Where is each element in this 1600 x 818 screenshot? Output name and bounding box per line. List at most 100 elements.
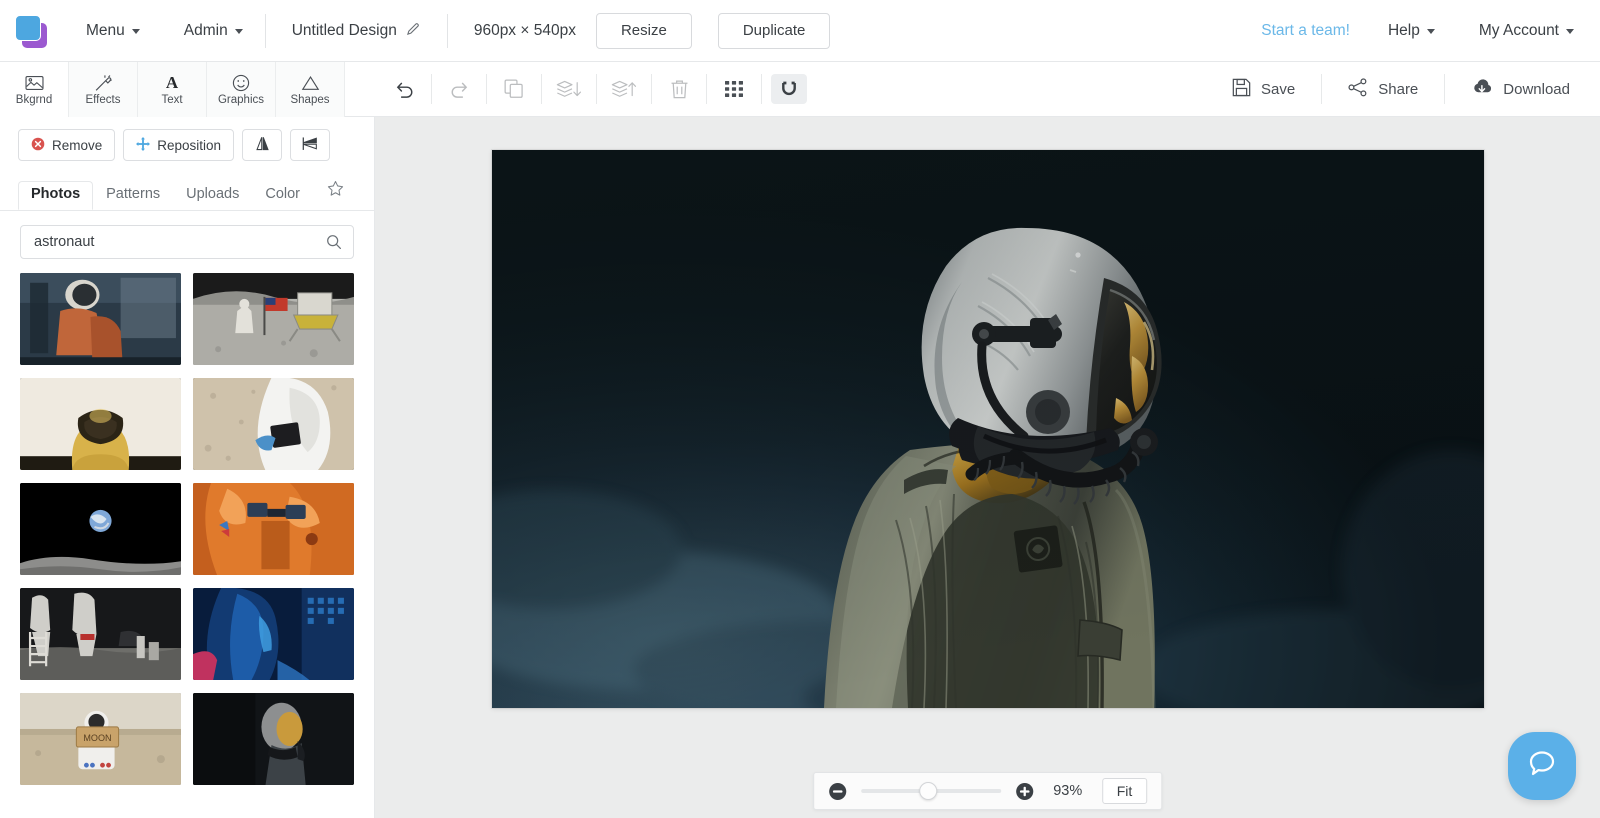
share-icon xyxy=(1348,77,1368,101)
logo-front-square xyxy=(15,14,41,41)
tool-tab-label: Shapes xyxy=(290,93,330,106)
tool-tab-label: Effects xyxy=(85,93,121,106)
magnet-icon xyxy=(771,74,807,104)
grid-button[interactable] xyxy=(707,62,761,117)
photo-thumbnail[interactable] xyxy=(193,588,354,680)
asset-source-tabs: Photos Patterns Uploads Color xyxy=(0,177,374,211)
svg-text:A: A xyxy=(166,74,179,91)
zoom-controls: 93% Fit xyxy=(812,772,1163,810)
zoom-out-button[interactable] xyxy=(828,782,847,801)
remove-background-button[interactable]: Remove xyxy=(18,129,116,161)
photo-thumbnail[interactable] xyxy=(193,693,354,785)
undo-button[interactable] xyxy=(377,62,431,117)
tool-tab-effects[interactable]: Effects xyxy=(69,62,138,117)
admin-label: Admin xyxy=(183,21,228,39)
reposition-background-button[interactable]: Reposition xyxy=(123,129,235,161)
photo-thumbnail[interactable] xyxy=(20,588,181,680)
chat-bubble-icon xyxy=(1525,747,1559,786)
help-chat-button[interactable] xyxy=(1508,732,1576,800)
background-action-row: Remove Reposition xyxy=(0,117,374,169)
pencil-icon[interactable] xyxy=(406,21,421,41)
photo-thumbnail[interactable] xyxy=(20,273,181,365)
canvas-image xyxy=(491,150,1484,708)
zoom-in-button[interactable] xyxy=(1015,782,1034,801)
download-cloud-icon xyxy=(1471,78,1493,100)
duplicate-layer-button[interactable] xyxy=(487,62,541,117)
image-icon xyxy=(24,74,44,92)
photo-thumbnail[interactable] xyxy=(20,483,181,575)
photo-thumbnail[interactable] xyxy=(193,273,354,365)
tool-tab-label: Bkgrnd xyxy=(15,93,53,106)
canvas-dimensions: 960px × 540px xyxy=(473,21,576,39)
smiley-icon xyxy=(232,74,250,92)
tab-photos[interactable]: Photos xyxy=(18,181,94,210)
help-label: Help xyxy=(1387,21,1420,39)
tab-uploads[interactable]: Uploads xyxy=(173,186,252,210)
download-button[interactable]: Download xyxy=(1445,62,1600,117)
tool-tab-bkgrnd[interactable]: Bkgrnd xyxy=(0,62,69,117)
top-bar: Menu Admin Untitled Design 960px × 540px… xyxy=(0,0,1600,62)
flip-vertical-icon xyxy=(301,135,319,155)
zoom-slider[interactable] xyxy=(860,782,1001,800)
photo-thumbnail[interactable] xyxy=(193,483,354,575)
fit-button[interactable]: Fit xyxy=(1101,778,1148,804)
tab-patterns[interactable]: Patterns xyxy=(93,186,173,210)
flip-vertical-button[interactable] xyxy=(290,129,331,161)
menu-dropdown[interactable]: Menu xyxy=(64,0,162,62)
my-account-label: My Account xyxy=(1478,21,1559,39)
search-icon[interactable] xyxy=(326,234,342,255)
flip-horizontal-icon xyxy=(254,135,271,155)
photo-results-grid: MOON xyxy=(0,269,374,818)
search-input[interactable] xyxy=(21,226,353,258)
send-backward-button[interactable] xyxy=(542,62,596,117)
toolbar-right-group: Save Share Download xyxy=(1206,62,1600,116)
chevron-down-icon xyxy=(1566,29,1574,34)
start-a-team-link[interactable]: Start a team! xyxy=(1245,22,1366,40)
background-panel: Remove Reposition Photos Patterns Upload… xyxy=(0,117,375,818)
zoom-percent: 93% xyxy=(1053,783,1083,799)
star-icon[interactable] xyxy=(327,180,344,210)
triangle-icon xyxy=(301,74,320,92)
download-label: Download xyxy=(1503,80,1570,98)
tool-tab-graphics[interactable]: Graphics xyxy=(207,62,276,117)
share-label: Share xyxy=(1378,80,1419,98)
save-label: Save xyxy=(1261,80,1296,98)
flip-horizontal-button[interactable] xyxy=(242,129,283,161)
redo-button[interactable] xyxy=(432,62,486,117)
tool-tab-label: Graphics xyxy=(217,93,265,106)
reposition-label: Reposition xyxy=(157,137,222,153)
admin-dropdown[interactable]: Admin xyxy=(162,0,265,62)
letter-a-icon: A xyxy=(163,74,181,92)
design-title-label: Untitled Design xyxy=(291,21,397,39)
magic-wand-icon xyxy=(94,74,113,92)
move-arrows-icon xyxy=(136,136,151,154)
duplicate-button[interactable]: Duplicate xyxy=(717,12,831,49)
resize-button[interactable]: Resize xyxy=(595,12,692,49)
tool-tab-text[interactable]: A Text xyxy=(138,62,207,117)
design-canvas[interactable] xyxy=(491,150,1484,708)
photo-thumbnail[interactable] xyxy=(20,378,181,470)
floppy-disk-icon xyxy=(1232,78,1251,101)
tool-tab-label: Text xyxy=(161,93,183,106)
design-title[interactable]: Untitled Design xyxy=(266,21,447,41)
photo-thumbnail[interactable] xyxy=(193,378,354,470)
search-box[interactable] xyxy=(20,225,354,259)
bring-forward-button[interactable] xyxy=(597,62,651,117)
svg-text:MOON: MOON xyxy=(83,733,111,743)
main-area: Remove Reposition Photos Patterns Upload… xyxy=(0,117,1600,818)
save-button[interactable]: Save xyxy=(1206,62,1321,117)
remove-label: Remove xyxy=(52,137,103,153)
zoom-slider-knob[interactable] xyxy=(918,782,937,800)
tool-tab-shapes[interactable]: Shapes xyxy=(276,62,345,117)
tab-color[interactable]: Color xyxy=(252,186,313,210)
help-dropdown[interactable]: Help xyxy=(1366,0,1457,62)
delete-button[interactable] xyxy=(652,62,706,117)
my-account-dropdown[interactable]: My Account xyxy=(1457,0,1600,62)
photo-search-wrap xyxy=(0,211,374,269)
top-bar-right: Start a team! Help My Account xyxy=(1245,0,1600,62)
snap-magnet-button[interactable] xyxy=(762,62,816,117)
canvas-area[interactable]: 93% Fit xyxy=(375,117,1600,818)
app-logo[interactable] xyxy=(14,14,48,48)
photo-thumbnail[interactable]: MOON xyxy=(20,693,181,785)
share-button[interactable]: Share xyxy=(1322,62,1444,117)
